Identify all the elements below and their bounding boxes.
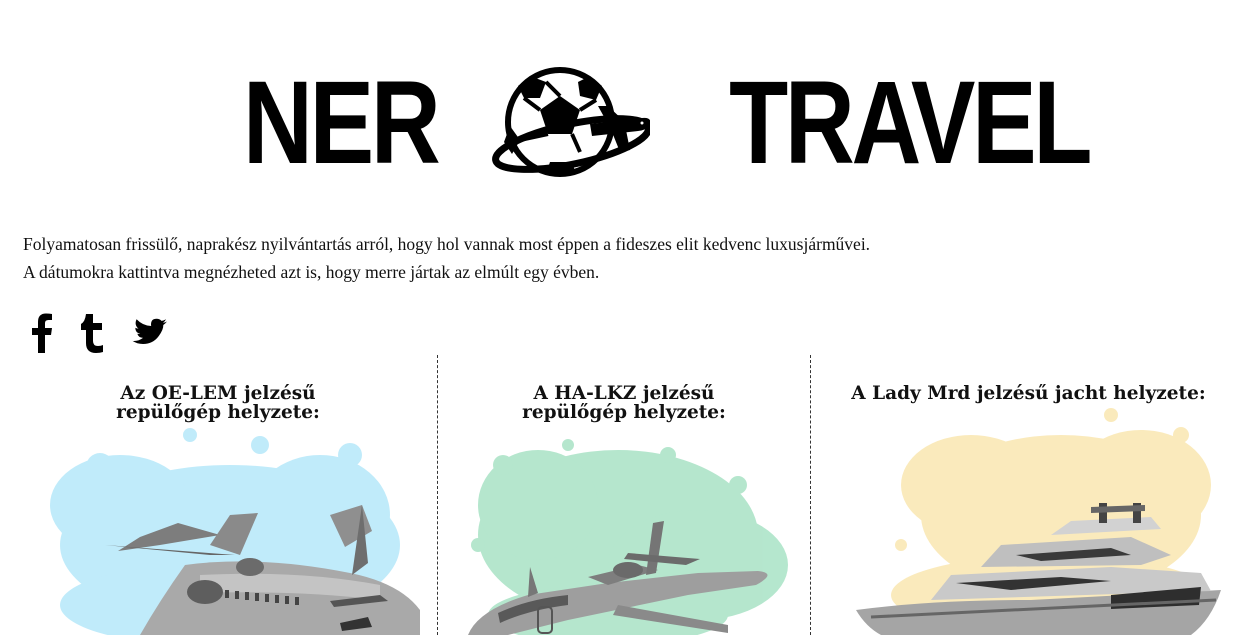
card-title: Az OE-LEM jelzésű repülőgép helyzete: [116, 383, 320, 423]
soccer-ball-plane-icon [492, 67, 651, 177]
vehicle-card-oe-lem[interactable]: Az OE-LEM jelzésű repülőgép helyzete: [0, 355, 436, 635]
airplane-watercolor-image [468, 439, 788, 635]
facebook-icon[interactable] [30, 313, 54, 357]
intro-line-1: Folyamatosan frissülő, naprakész nyilván… [23, 234, 871, 254]
logo-text-left: NER [243, 57, 441, 189]
vehicle-card-ha-lkz[interactable]: A HA-LKZ jelzésű repülőgép helyzete: [437, 355, 810, 635]
social-share-bar [30, 313, 168, 357]
airplane-watercolor-image [50, 428, 420, 635]
yacht-watercolor-image [856, 408, 1221, 635]
card-title: A HA-LKZ jelzésű repülőgép helyzete: [522, 383, 726, 423]
intro-line-2: A dátumokra kattintva megnézheted azt is… [23, 262, 600, 282]
tumblr-icon[interactable] [80, 313, 106, 357]
twitter-icon[interactable] [132, 318, 168, 352]
intro-text: Folyamatosan frissülő, naprakész nyilván… [23, 230, 1223, 286]
card-title: A Lady Mrd jelzésű jacht helyzete: [851, 383, 1206, 404]
vehicle-card-lady-mrd[interactable]: A Lady Mrd jelzésű jacht helyzete: [810, 355, 1245, 635]
logo-text-right: TRAVEL [729, 57, 1092, 189]
site-logo[interactable]: NER TRAVEL [243, 57, 1093, 189]
